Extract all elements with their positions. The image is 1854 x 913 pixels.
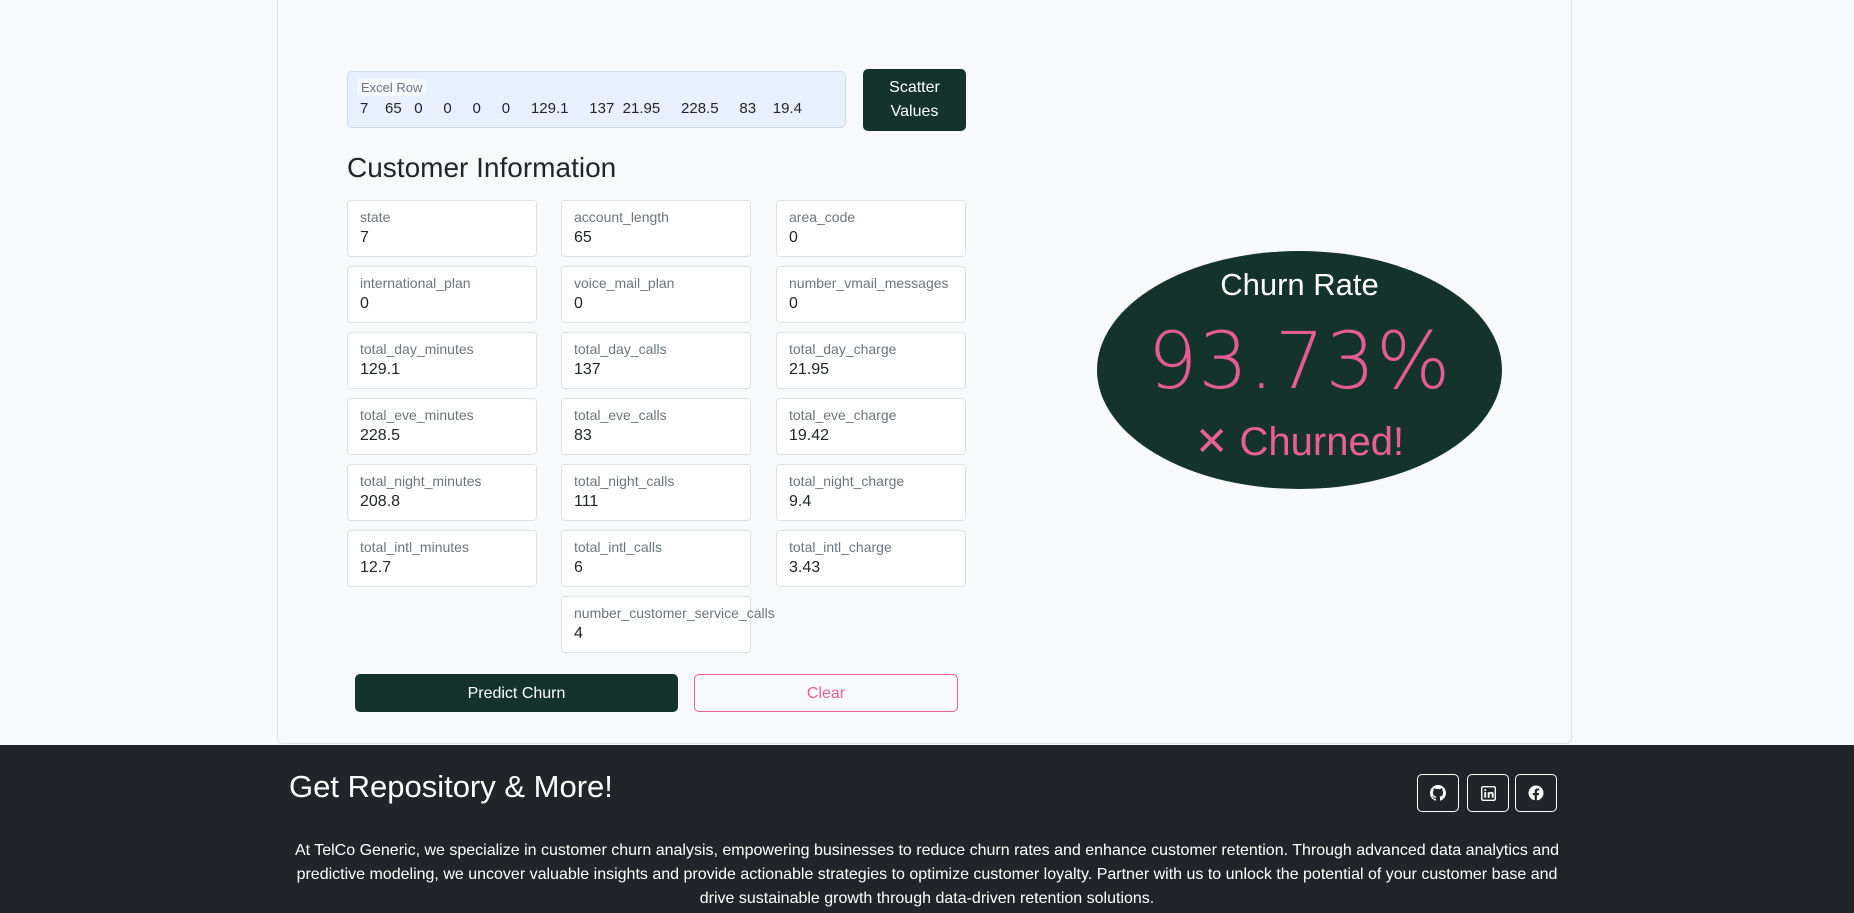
field-area-code[interactable]: area_code 0 (776, 200, 966, 257)
field-value[interactable]: 0 (789, 295, 798, 313)
facebook-icon (1528, 785, 1544, 801)
facebook-link[interactable] (1515, 774, 1557, 812)
field-value[interactable]: 19.42 (789, 427, 829, 445)
footer: Get Repository & More! At TelCo Generic,… (0, 745, 1854, 913)
field-label: voice_mail_plan (574, 275, 675, 291)
excel-row-values[interactable]: 7 65 0 0 0 0 129.1 137 21.95 228.5 83 19… (360, 100, 802, 117)
field-label: total_day_calls (574, 341, 667, 357)
field-label: account_length (574, 209, 669, 225)
field-total-night-calls[interactable]: total_night_calls 111 (561, 464, 751, 521)
field-label: total_eve_minutes (360, 407, 474, 423)
field-value[interactable]: 0 (789, 229, 798, 247)
churn-rate-value: 93.73% (1147, 317, 1452, 407)
field-total-day-charge[interactable]: total_day_charge 21.95 (776, 332, 966, 389)
field-label: total_day_charge (789, 341, 897, 357)
field-total-eve-minutes[interactable]: total_eve_minutes 228.5 (347, 398, 537, 455)
field-label: total_night_minutes (360, 473, 482, 489)
field-label: international_plan (360, 275, 471, 291)
field-label: total_intl_calls (574, 539, 662, 555)
field-value[interactable]: 65 (574, 229, 592, 247)
footer-description: At TelCo Generic, we specialize in custo… (294, 842, 1560, 907)
field-value[interactable]: 0 (574, 295, 583, 313)
field-label: area_code (789, 209, 856, 225)
field-label: number_vmail_messages (789, 275, 949, 291)
field-total-day-minutes[interactable]: total_day_minutes 129.1 (347, 332, 537, 389)
github-icon (1430, 785, 1446, 801)
scatter-values-button[interactable]: Scatter Values (863, 69, 966, 131)
field-label: total_intl_minutes (360, 539, 469, 555)
field-value[interactable]: 21.95 (789, 361, 829, 379)
field-label: total_intl_charge (789, 539, 892, 555)
field-total-eve-charge[interactable]: total_eve_charge 19.42 (776, 398, 966, 455)
field-label: total_day_minutes (360, 341, 474, 357)
field-total-night-charge[interactable]: total_night_charge 9.4 (776, 464, 966, 521)
field-value[interactable]: 12.7 (360, 559, 391, 577)
field-label: total_eve_calls (574, 407, 667, 423)
customer-info-title: Customer Information (347, 152, 617, 183)
excel-row-input[interactable]: Excel Row 7 65 0 0 0 0 129.1 137 21.95 2… (347, 71, 846, 128)
field-total-eve-calls[interactable]: total_eve_calls 83 (561, 398, 751, 455)
field-total-intl-charge[interactable]: total_intl_charge 3.43 (776, 530, 966, 587)
field-label: state (360, 209, 391, 225)
field-total-day-calls[interactable]: total_day_calls 137 (561, 332, 751, 389)
field-number-vmail-messages[interactable]: number_vmail_messages 0 (776, 266, 966, 323)
excel-row-label: Excel Row (357, 79, 427, 96)
field-international-plan[interactable]: international_plan 0 (347, 266, 537, 323)
github-link[interactable] (1417, 774, 1459, 812)
field-account-length[interactable]: account_length 65 (561, 200, 751, 257)
linkedin-icon (1480, 785, 1496, 801)
field-value[interactable]: 6 (574, 559, 583, 577)
field-value[interactable]: 228.5 (360, 427, 400, 445)
field-value[interactable]: 129.1 (360, 361, 400, 379)
field-total-intl-calls[interactable]: total_intl_calls 6 (561, 530, 751, 587)
field-value[interactable]: 83 (574, 427, 592, 445)
churn-rate-title: Churn Rate (1220, 267, 1379, 302)
field-value[interactable]: 111 (574, 493, 598, 511)
field-label: total_night_calls (574, 473, 675, 489)
field-label: total_eve_charge (789, 407, 897, 423)
field-value[interactable]: 9.4 (789, 493, 811, 511)
field-value[interactable]: 137 (574, 361, 601, 379)
field-value[interactable]: 3.43 (789, 559, 820, 577)
churn-status: ✕ Churned! (1194, 420, 1405, 464)
field-total-night-minutes[interactable]: total_night_minutes 208.8 (347, 464, 537, 521)
field-number-customer-service-calls[interactable]: number_customer_service_calls 4 (561, 596, 775, 653)
churn-rate-panel: Churn Rate 93.73% ✕ Churned! (1097, 251, 1502, 489)
field-state[interactable]: state 7 (347, 200, 537, 257)
footer-title: Get Repository & More! (289, 769, 613, 804)
clear-button[interactable]: Clear (694, 674, 958, 712)
field-value[interactable]: 4 (574, 625, 583, 643)
field-voice-mail-plan[interactable]: voice_mail_plan 0 (561, 266, 751, 323)
field-label: total_night_charge (789, 473, 905, 489)
field-value[interactable]: 208.8 (360, 493, 400, 511)
field-value[interactable]: 0 (360, 295, 369, 313)
field-value[interactable]: 7 (360, 229, 369, 247)
predict-churn-button[interactable]: Predict Churn (355, 674, 678, 712)
field-label: number_customer_service_calls (574, 605, 775, 621)
field-total-intl-minutes[interactable]: total_intl_minutes 12.7 (347, 530, 537, 587)
linkedin-link[interactable] (1467, 774, 1509, 812)
